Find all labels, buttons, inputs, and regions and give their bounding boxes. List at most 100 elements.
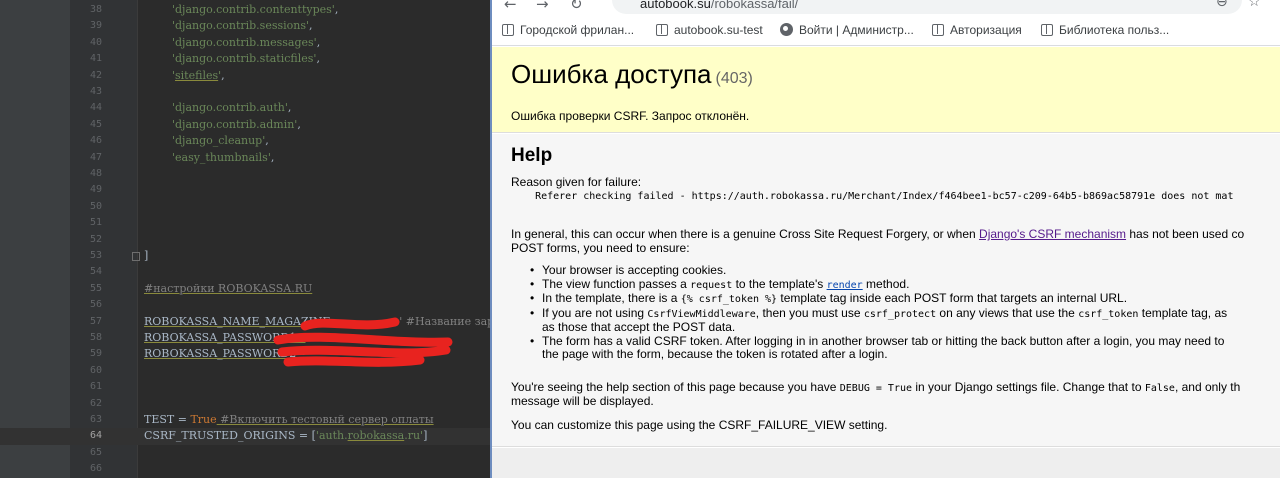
address-bar-url[interactable]: autobook.su/robokassa/fail/: [640, 0, 798, 11]
bookmark-page-icon: [1041, 24, 1053, 36]
line-number: 65: [89, 446, 102, 458]
list-item: If you are not using CsrfViewMiddleware,…: [530, 306, 1227, 335]
code-token: ,: [265, 134, 269, 148]
line-number: 59: [89, 348, 102, 360]
code-token: 'django.contrib.auth': [171, 101, 288, 115]
star-icon[interactable]: ☆: [1248, 0, 1261, 10]
line-number: 62: [89, 397, 102, 409]
debug-notice-2: message will be displayed.: [511, 394, 654, 408]
line-number: 52: [89, 233, 102, 245]
browser-toolbar: ← → ↻ autobook.su/robokassa/fail/ ⊖ ☆: [492, 0, 1280, 18]
code-token: 'django.contrib.contenttypes': [171, 3, 335, 16]
code-line[interactable]: 59 ROBOKASSA_PASSWORD2=: [0, 346, 490, 362]
code-text: ]: [144, 248, 148, 264]
code-text: ROBOKASSA_PASSWORD1=: [144, 330, 306, 346]
code-line[interactable]: 51: [0, 215, 490, 231]
list-item: In the template, there is a {% csrf_toke…: [530, 291, 1227, 307]
code-token: sitefiles: [175, 68, 219, 82]
bookmark-item[interactable]: Библиотека польз...: [1041, 23, 1169, 41]
line-number: 53: [89, 250, 102, 261]
line-number: 55: [89, 282, 102, 294]
code-token: 'easy_thumbnails': [171, 150, 271, 164]
code-line[interactable]: 66: [0, 461, 490, 477]
code-line[interactable]: 55 #настройки ROBOKASSA.RU: [0, 281, 490, 297]
code-token: True: [190, 413, 217, 426]
code-line[interactable]: 54: [0, 264, 490, 280]
address-bar[interactable]: autobook.su/robokassa/fail/: [612, 0, 1242, 14]
code-line[interactable]: 58 ROBOKASSA_PASSWORD1=: [0, 330, 490, 346]
line-number: 45: [89, 118, 102, 130]
code-token: 'django.contrib.staticfiles': [171, 52, 317, 66]
code-line[interactable]: 65: [0, 445, 490, 461]
bookmark-item[interactable]: Войти | Администр...: [780, 23, 914, 41]
code-line[interactable]: 40 'django.contrib.messages',: [0, 35, 490, 51]
code-token: ROBOKASSA_PASSWORD2=: [144, 347, 306, 361]
csrf-mechanism-link[interactable]: Django's CSRF mechanism: [979, 227, 1126, 241]
code-token: ]: [423, 429, 428, 443]
list-item: The form has a valid CSRF token. After l…: [530, 334, 1227, 362]
code-line[interactable]: 46 'django_cleanup',: [0, 133, 490, 149]
reload-icon[interactable]: ↻: [570, 0, 583, 13]
code-line[interactable]: 49: [0, 182, 490, 198]
code-line[interactable]: 48: [0, 166, 490, 182]
code-text: 'django_cleanup',: [144, 133, 269, 149]
code-line[interactable]: 56: [0, 297, 490, 313]
code-line[interactable]: 47 'easy_thumbnails',: [0, 150, 490, 166]
code-line[interactable]: 38 'django.contrib.contenttypes',: [0, 2, 490, 18]
code-text: #настройки ROBOKASSA.RU: [144, 281, 312, 297]
code-token: ,: [221, 68, 225, 82]
zoom-icon[interactable]: ⊖: [1216, 0, 1228, 10]
code-line[interactable]: 61: [0, 379, 490, 395]
code-token: ' #Название зар: [399, 314, 490, 328]
code-text: TEST = True #Включить тестовый сервер оп…: [144, 412, 434, 428]
code-token: ,: [316, 35, 321, 49]
code-text: 'django.contrib.staticfiles',: [144, 51, 320, 67]
code-line[interactable]: 53]: [0, 248, 490, 264]
code-line[interactable]: 62: [0, 396, 490, 412]
render-link[interactable]: render: [827, 280, 863, 291]
code-text: 'django.contrib.admin',: [144, 117, 301, 133]
code-line[interactable]: 52: [0, 232, 490, 248]
back-arrow-icon[interactable]: ←: [504, 0, 517, 13]
code-area[interactable]: 38 'django.contrib.contenttypes', 39 'dja…: [0, 0, 490, 478]
code-token: 'auth.: [315, 429, 348, 443]
code-editor-pane[interactable]: 38 'django.contrib.contenttypes', 39 'dja…: [0, 0, 490, 478]
code-line[interactable]: 44 'django.contrib.auth',: [0, 100, 490, 116]
code-line[interactable]: 42 'sitefiles',: [0, 68, 490, 84]
code-line[interactable]: 60: [0, 363, 490, 379]
code-line[interactable]: 43: [0, 84, 490, 100]
forward-arrow-icon[interactable]: →: [536, 0, 549, 13]
code-line[interactable]: 41 'django.contrib.staticfiles',: [0, 51, 490, 67]
code-line[interactable]: 64 CSRF_TRUSTED_ORIGINS = ['auth.robokass…: [0, 428, 490, 445]
code-line[interactable]: 45 'django.contrib.admin',: [0, 117, 490, 133]
line-number: 44: [89, 102, 102, 114]
line-number: 40: [89, 36, 102, 48]
code-line[interactable]: 50: [0, 199, 490, 215]
code-line[interactable]: 39 'django.contrib.sessions',: [0, 18, 490, 34]
line-number: 57: [89, 315, 102, 327]
code-token: ,: [297, 117, 301, 131]
code-line[interactable]: 57 ROBOKASSA_NAME_MAGAZINE= ' #Название з…: [0, 314, 490, 330]
line-number: 61: [89, 381, 102, 393]
status-code: (403): [715, 70, 753, 87]
code-text: 'django.contrib.messages',: [144, 35, 320, 51]
list-item: The view function passes a request to th…: [530, 277, 1227, 293]
fold-marker-icon[interactable]: [132, 252, 140, 261]
bookmark-item[interactable]: autobook.su-test: [656, 23, 763, 41]
line-number: 46: [89, 135, 102, 147]
code-text: 'django.contrib.contenttypes',: [144, 2, 338, 18]
bookmark-item[interactable]: Авторизация: [932, 23, 1022, 41]
code-token: TEST =: [144, 413, 191, 426]
code-line[interactable]: 63 TEST = True #Включить тестовый сервер …: [0, 412, 490, 428]
bookmark-page-icon: [502, 24, 514, 36]
bookmark-item[interactable]: Городской фрилан...: [502, 23, 634, 41]
code-token: CSRF_TRUSTED_ORIGINS = [: [144, 429, 316, 443]
code-token: 'django.contrib.sessions': [171, 19, 310, 33]
code-text: 'easy_thumbnails',: [144, 150, 274, 166]
error-summary: Ошибка доступа (403) Ошибка проверки CSRF…: [492, 47, 1280, 133]
